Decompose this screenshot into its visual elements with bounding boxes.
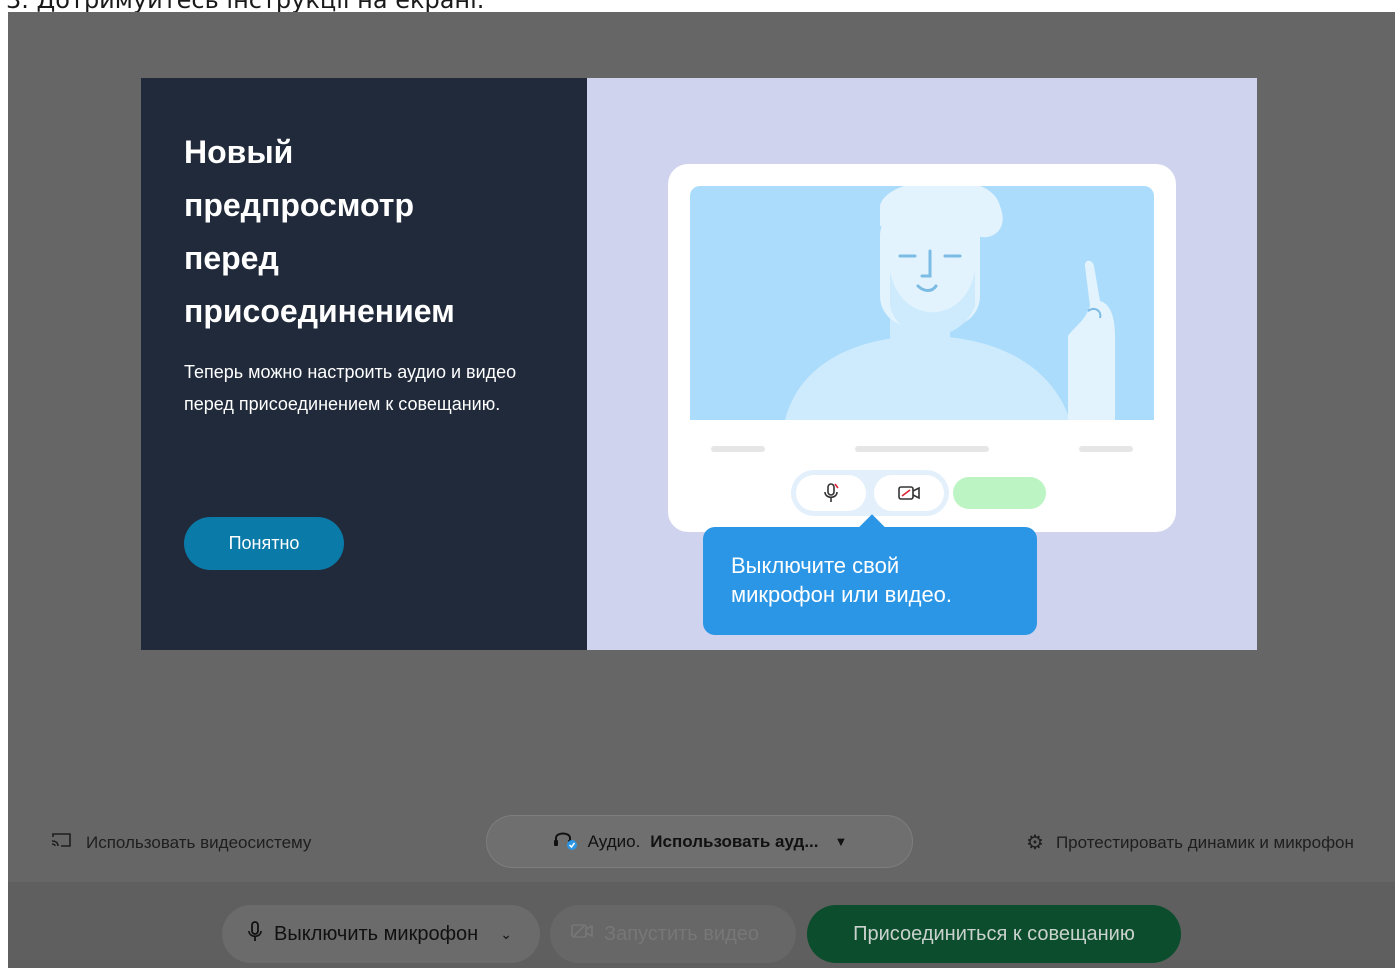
mic-label: Выключить микрофон xyxy=(274,922,479,945)
tooltip: Выключите свой микрофон или видео. xyxy=(703,514,1037,635)
headset-icon xyxy=(552,828,578,855)
modal-illustration-panel: Выключите свой микрофон или видео. xyxy=(587,78,1257,650)
cast-option[interactable]: Использовать видеосистему xyxy=(50,832,311,853)
ok-button[interactable]: Понятно xyxy=(184,517,344,570)
video-label: Запустить видео xyxy=(604,922,759,945)
join-pill-illustration xyxy=(953,477,1046,509)
start-video-button[interactable]: Запустить видео xyxy=(550,905,796,963)
cast-icon xyxy=(50,832,72,853)
audio-prefix: Аудио. xyxy=(587,831,641,851)
instruction-caption: 3. Дотримуйтесь інструкції на екрані. xyxy=(6,0,485,14)
microphone-icon xyxy=(796,475,866,511)
screen-illustration xyxy=(690,186,1154,420)
caret-down-icon: ▼ xyxy=(834,834,848,849)
chevron-down-icon[interactable]: ⌄ xyxy=(500,926,512,943)
person-illustration xyxy=(785,186,1115,420)
tooltip-text: Выключите свой микрофон или видео. xyxy=(731,553,953,607)
preview-modal: Новый предпросмотр перед присоединением … xyxy=(141,78,1257,650)
test-label: Протестировать динамик и микрофон xyxy=(1055,832,1354,852)
placeholder-bar xyxy=(711,446,765,452)
audio-select[interactable]: Аудио. Использовать ауд... ▼ xyxy=(486,815,913,868)
video-off-icon xyxy=(874,475,944,511)
device-illustration xyxy=(668,164,1176,532)
audio-value: Использовать ауд... xyxy=(650,831,819,851)
video-off-icon xyxy=(570,922,594,946)
modal-title: Новый предпросмотр перед присоединением xyxy=(184,134,455,329)
cast-label: Использовать видеосистему xyxy=(86,832,312,852)
join-label: Присоединиться к совещанию xyxy=(853,922,1135,945)
placeholder-bar xyxy=(855,446,989,452)
join-meeting-button[interactable]: Присоединиться к совещанию xyxy=(807,905,1181,963)
placeholder-bar xyxy=(1079,446,1133,452)
illustration-controls xyxy=(791,470,949,516)
modal-text-panel: Новый предпросмотр перед присоединением … xyxy=(141,78,587,650)
gear-icon: ⚙ xyxy=(1026,832,1044,854)
microphone-icon xyxy=(248,920,262,948)
modal-description: Теперь можно настроить аудио и видео пер… xyxy=(184,362,517,414)
mute-microphone-button[interactable]: Выключить микрофон ⌄ xyxy=(222,905,540,963)
test-speaker-mic-link[interactable]: ⚙ Протестировать динамик и микрофон xyxy=(1026,830,1354,855)
